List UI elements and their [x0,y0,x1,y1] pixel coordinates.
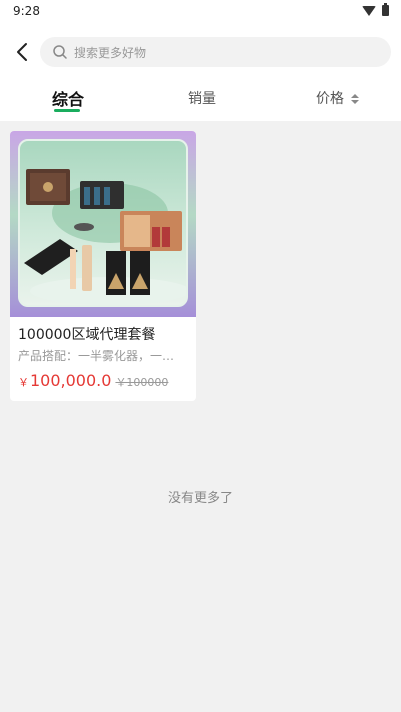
no-more-label: 没有更多了 [167,491,233,506]
product-description: 产品搭配：一半雾化器，一… [18,349,175,363]
status-bar: 9:28 [0,0,401,24]
search-icon [53,45,67,59]
tab-sales[interactable]: 销量 [188,88,216,108]
chevron-left-icon [17,43,27,61]
status-time: 9:28 [13,4,40,18]
sort-bar: 综合 销量 价格 [0,84,401,121]
price-currency: ￥ [18,376,29,389]
price-value: 100,000.0 [30,371,112,390]
product-title[interactable]: 100000区域代理套餐 [18,324,190,344]
original-price: ￥100000 [115,376,169,389]
back-button[interactable] [8,38,36,66]
search-input[interactable]: 搜索更多好物 [40,37,391,67]
product-list: 100000区域代理套餐 产品搭配：一半雾化器，一… ￥ 100,000.0 ￥… [0,121,401,712]
product-image[interactable] [10,131,196,317]
header: 搜索更多好物 综合 销量 价格 [0,24,401,121]
product-card[interactable]: 100000区域代理套餐 产品搭配：一半雾化器，一… ￥ 100,000.0 ￥… [10,131,196,401]
active-tab-indicator [54,109,80,112]
search-placeholder: 搜索更多好物 [74,45,147,60]
status-icons [362,3,389,16]
tab-comprehensive[interactable]: 综合 [52,86,84,110]
product-photo-illustration [24,169,190,305]
tab-price[interactable]: 价格 [316,88,344,108]
sort-arrows-icon[interactable] [350,93,360,105]
price-row: ￥ 100,000.0 ￥100000 [18,371,168,390]
battery-icon [382,3,389,16]
wifi-icon [362,5,376,16]
